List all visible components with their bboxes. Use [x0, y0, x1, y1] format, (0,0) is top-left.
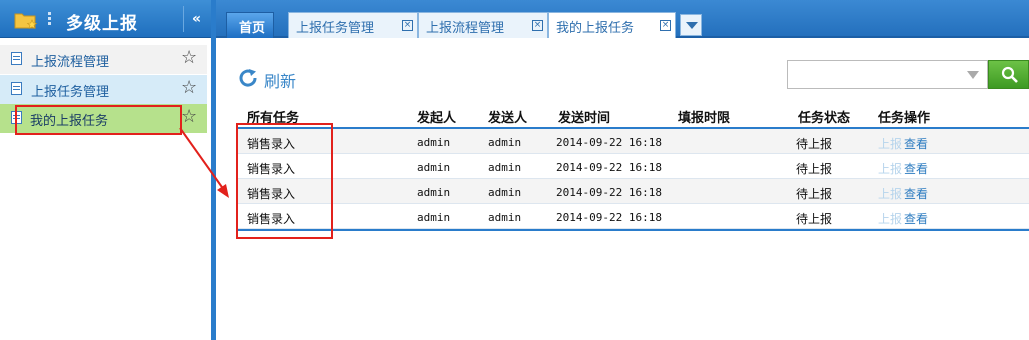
tab-home[interactable]: 首页 — [226, 12, 274, 38]
sidebar-header: 多级上报 « — [0, 0, 211, 38]
sidebar-item-report-task[interactable]: 上报任务管理 ☆ — [0, 75, 207, 104]
sidebar-item-label: 上报流程管理 — [31, 55, 110, 70]
refresh-icon — [239, 69, 257, 87]
column-header[interactable]: 任务状态 — [798, 107, 850, 126]
folder-star-icon — [14, 13, 38, 29]
tab-label: 首页 — [239, 21, 266, 36]
cell-initiator: admin — [417, 161, 451, 174]
search-button[interactable] — [988, 60, 1029, 89]
cell-status: 待上报 — [796, 162, 833, 176]
cell-sender: admin — [488, 136, 522, 149]
task-table: 所有任务 发起人 发送人 发送时间 填报时限 任务状态 任务操作 销售录入 ad… — [237, 103, 1029, 231]
cell-actions: 上报 查看 — [878, 185, 928, 202]
document-icon — [11, 82, 22, 95]
column-header[interactable]: 发送人 — [488, 107, 527, 126]
view-link[interactable]: 查看 — [904, 187, 928, 201]
cell-time: 2014-09-22 16:18 — [556, 211, 662, 224]
view-link[interactable]: 查看 — [904, 162, 928, 176]
tab-label: 上报流程管理 — [426, 21, 505, 36]
cell-time: 2014-09-22 16:18 — [556, 161, 662, 174]
cell-sender: admin — [488, 211, 522, 224]
document-icon — [11, 52, 22, 65]
cell-initiator: admin — [417, 186, 451, 199]
table-header: 所有任务 发起人 发送人 发送时间 填报时限 任务状态 任务操作 — [237, 103, 1029, 129]
cell-actions: 上报 查看 — [878, 135, 928, 152]
report-link[interactable]: 上报 — [878, 187, 902, 201]
cell-status: 待上报 — [796, 137, 833, 151]
splitter[interactable] — [211, 0, 216, 340]
cell-actions: 上报 查看 — [878, 210, 928, 227]
view-link[interactable]: 查看 — [904, 212, 928, 226]
tab-bar: 首页 上报任务管理 × 上报流程管理 × 我的上报任务 × — [216, 0, 1029, 38]
table-body: 销售录入 admin admin 2014-09-22 16:18 待上报 上报… — [237, 129, 1029, 229]
annotation-highlight-box — [236, 123, 333, 239]
table-row[interactable]: 销售录入 admin admin 2014-09-22 16:18 待上报 上报… — [237, 154, 1029, 179]
cell-actions: 上报 查看 — [878, 160, 928, 177]
cell-sender: admin — [488, 161, 522, 174]
annotation-highlight-box — [15, 105, 182, 135]
tab-label: 我的上报任务 — [556, 21, 635, 36]
report-link[interactable]: 上报 — [878, 162, 902, 176]
column-header[interactable]: 填报时限 — [678, 107, 730, 126]
table-row[interactable]: 销售录入 admin admin 2014-09-22 16:18 待上报 上报… — [237, 204, 1029, 229]
report-link[interactable]: 上报 — [878, 137, 902, 151]
cell-initiator: admin — [417, 211, 451, 224]
report-link[interactable]: 上报 — [878, 212, 902, 226]
tab-label: 上报任务管理 — [296, 21, 375, 36]
tab-my-report-task[interactable]: 我的上报任务 × — [548, 12, 676, 38]
sidebar-item-label: 上报任务管理 — [31, 85, 110, 100]
view-link[interactable]: 查看 — [904, 137, 928, 151]
cell-time: 2014-09-22 16:18 — [556, 136, 662, 149]
sidebar-title: 多级上报 — [66, 14, 138, 34]
column-header[interactable]: 任务操作 — [878, 107, 930, 126]
cell-time: 2014-09-22 16:18 — [556, 186, 662, 199]
cell-status: 待上报 — [796, 187, 833, 201]
refresh-label: 刷新 — [264, 72, 297, 91]
column-header[interactable]: 发起人 — [417, 107, 456, 126]
chevron-down-icon — [686, 22, 698, 29]
chevron-down-icon[interactable] — [967, 71, 979, 79]
tab-report-flow-management[interactable]: 上报流程管理 × — [418, 12, 548, 38]
close-icon[interactable]: × — [402, 20, 413, 31]
sidebar: 多级上报 « 上报流程管理 ☆ 上报任务管理 ☆ 我的上报任务 ☆ — [0, 0, 211, 340]
search-icon — [1001, 66, 1018, 83]
star-icon[interactable]: ☆ — [181, 48, 197, 68]
cell-sender: admin — [488, 186, 522, 199]
cell-initiator: admin — [417, 136, 451, 149]
tab-menu-dropdown-button[interactable] — [680, 14, 702, 36]
tab-report-task-management[interactable]: 上报任务管理 × — [288, 12, 418, 38]
search-input[interactable] — [787, 60, 988, 89]
close-icon[interactable]: × — [532, 20, 543, 31]
table-row[interactable]: 销售录入 admin admin 2014-09-22 16:18 待上报 上报… — [237, 129, 1029, 154]
table-bottom-border — [237, 229, 1029, 231]
cell-status: 待上报 — [796, 212, 833, 226]
close-icon[interactable]: × — [660, 20, 671, 31]
sidebar-item-report-flow[interactable]: 上报流程管理 ☆ — [0, 45, 207, 74]
star-icon[interactable]: ☆ — [181, 107, 197, 127]
star-icon[interactable]: ☆ — [181, 78, 197, 98]
drag-dots-icon — [48, 12, 51, 26]
column-header[interactable]: 发送时间 — [558, 107, 610, 126]
collapse-sidebar-button[interactable]: « — [183, 6, 209, 32]
table-row[interactable]: 销售录入 admin admin 2014-09-22 16:18 待上报 上报… — [237, 179, 1029, 204]
